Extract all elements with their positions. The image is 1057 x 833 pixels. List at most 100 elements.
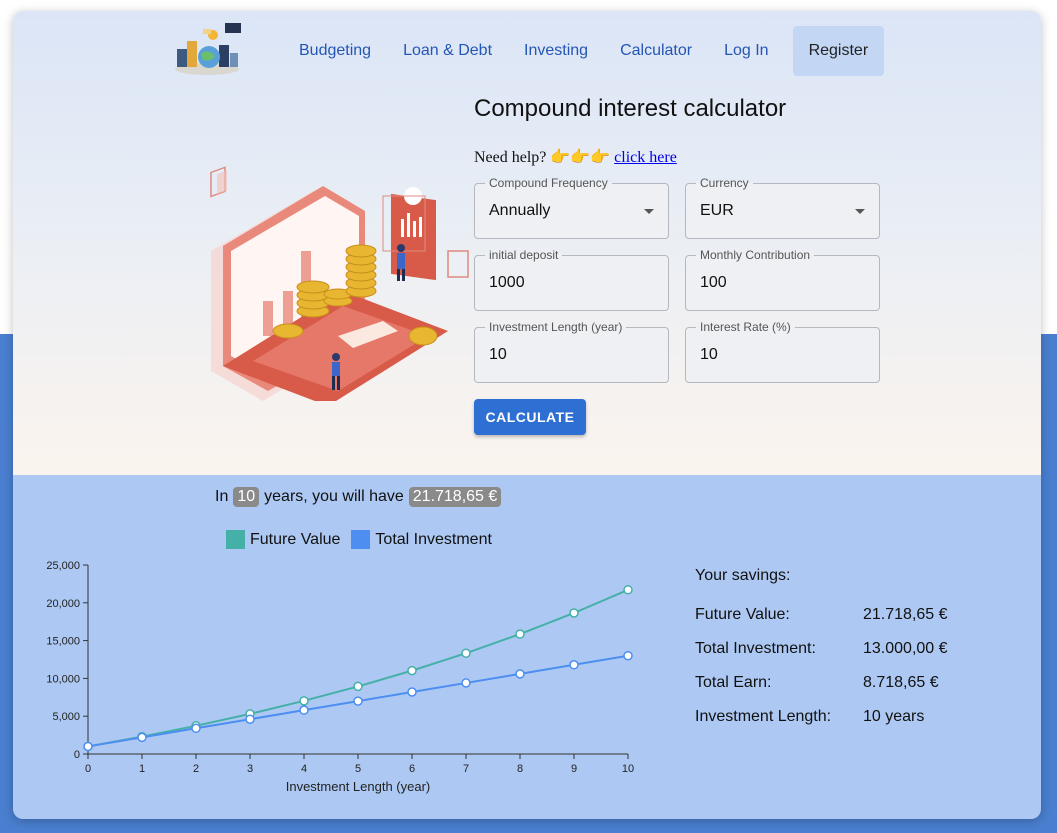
- y-tick-label: 25,000: [46, 560, 80, 572]
- laptop-coins-illustration: [210, 166, 469, 401]
- data-point-total-investment: [137, 732, 147, 743]
- x-tick-label: 9: [571, 763, 577, 775]
- help-link[interactable]: click here: [614, 149, 677, 166]
- data-point-total-investment: [461, 678, 471, 688]
- chart-legend: Future Value Total Investment: [226, 530, 503, 549]
- growth-line-chart: 0 5,000 10,000 15,000 20,000 25,000 0 1 2 3 4 5 6 7 8 9…: [46, 560, 634, 794]
- x-tick-label: 6: [409, 763, 415, 775]
- investment-length-value: 10: [489, 346, 507, 363]
- savings-key: Total Investment:: [695, 640, 816, 657]
- chevron-down-icon: [855, 209, 865, 214]
- result-prefix: In: [215, 488, 229, 505]
- register-button[interactable]: Register: [792, 26, 885, 76]
- hero-section: Budgeting Loan & Debt Investing Calculat…: [13, 11, 1041, 475]
- data-point-future-value: [461, 648, 471, 658]
- savings-value: 10 years: [863, 708, 925, 725]
- result-summary: In 10 years, you will have 21.718,65 €: [215, 487, 502, 507]
- data-point-future-value: [299, 696, 309, 706]
- data-point-future-value: [515, 629, 525, 639]
- data-point-total-investment: [407, 687, 417, 697]
- help-prefix: Need help? 👉👉👉: [474, 149, 611, 166]
- x-tick-label: 2: [193, 763, 199, 775]
- x-tick-label: 8: [517, 763, 523, 775]
- currency-label: Currency: [696, 176, 753, 190]
- amount-badge: 21.718,65 €: [408, 487, 502, 507]
- savings-value: 21.718,65 €: [863, 606, 948, 623]
- interest-rate-value: 10: [700, 346, 718, 363]
- years-badge: 10: [233, 487, 260, 507]
- initial-deposit-value: 1000: [489, 274, 525, 291]
- x-tick-label: 4: [301, 763, 307, 775]
- nav-investing[interactable]: Investing: [508, 26, 604, 76]
- monthly-contribution-value: 100: [700, 274, 727, 291]
- data-point-total-investment: [83, 741, 93, 752]
- help-text: Need help? 👉👉👉 click here: [474, 147, 677, 167]
- savings-row-total-earn: Total Earn: 8.718,65 €: [695, 674, 948, 708]
- monthly-contribution-label: Monthly Contribution: [696, 248, 815, 262]
- chevron-down-icon: [644, 209, 654, 214]
- y-tick-label: 15,000: [46, 636, 80, 648]
- investment-length-label: Investment Length (year): [485, 320, 627, 334]
- savings-row-investment-length: Investment Length: 10 years: [695, 708, 948, 742]
- interest-rate-label: Interest Rate (%): [696, 320, 795, 334]
- savings-key: Investment Length:: [695, 708, 832, 725]
- currency-value: EUR: [700, 202, 734, 219]
- savings-value: 13.000,00 €: [863, 640, 948, 657]
- series-line-future-value: [87, 588, 629, 748]
- x-axis-label: Investment Length (year): [286, 779, 431, 794]
- savings-key: Future Value:: [695, 606, 790, 623]
- data-point-total-investment: [245, 714, 255, 724]
- currency-select[interactable]: Currency EUR: [685, 176, 880, 239]
- legend-label-future-value: Future Value: [250, 530, 341, 548]
- x-tick-label: 3: [247, 763, 253, 775]
- savings-key: Total Earn:: [695, 674, 772, 691]
- x-tick-label: 0: [85, 763, 91, 775]
- data-point-total-investment: [353, 696, 363, 706]
- nav-calculator[interactable]: Calculator: [604, 26, 708, 76]
- legend-total-investment[interactable]: Total Investment: [351, 530, 492, 549]
- investment-length-field[interactable]: Investment Length (year) 10: [474, 320, 669, 383]
- logo-icon[interactable]: [173, 21, 245, 77]
- y-tick-label: 20,000: [46, 598, 80, 610]
- data-point-future-value: [407, 665, 417, 676]
- savings-row-future-value: Future Value: 21.718,65 €: [695, 606, 948, 640]
- x-tick-label: 1: [139, 763, 145, 775]
- y-tick-label: 5,000: [52, 711, 80, 723]
- data-point-total-investment: [299, 705, 309, 715]
- nav-budgeting[interactable]: Budgeting: [283, 26, 387, 76]
- nav-log-in[interactable]: Log In: [708, 26, 784, 76]
- compound-frequency-select[interactable]: Compound Frequency Annually: [474, 176, 669, 239]
- initial-deposit-label: initial deposit: [485, 248, 563, 262]
- legend-label-total-investment: Total Investment: [375, 530, 492, 548]
- compound-frequency-value: Annually: [489, 202, 551, 219]
- savings-row-total-investment: Total Investment: 13.000,00 €: [695, 640, 948, 674]
- monthly-contribution-field[interactable]: Monthly Contribution 100: [685, 248, 880, 311]
- data-point-future-value: [623, 585, 633, 595]
- legend-swatch-future-value: [226, 530, 245, 549]
- y-tick-label: 0: [74, 749, 80, 761]
- page-title: Compound interest calculator: [474, 95, 787, 122]
- savings-title: Your savings:: [695, 567, 791, 584]
- legend-future-value[interactable]: Future Value: [226, 530, 340, 549]
- x-tick-label: 10: [622, 763, 634, 775]
- data-point-total-investment: [191, 723, 201, 734]
- initial-deposit-field[interactable]: initial deposit 1000: [474, 248, 669, 311]
- data-point-future-value: [353, 681, 363, 692]
- main-nav: Budgeting Loan & Debt Investing Calculat…: [283, 26, 885, 76]
- result-middle: years, you will have: [264, 488, 404, 505]
- x-tick-label: 5: [355, 763, 361, 775]
- compound-frequency-label: Compound Frequency: [485, 176, 612, 190]
- savings-summary: Your savings: Future Value: 21.718,65 € …: [695, 567, 948, 742]
- data-point-future-value: [569, 608, 579, 618]
- interest-rate-field[interactable]: Interest Rate (%) 10: [685, 320, 880, 383]
- legend-swatch-total-investment: [351, 530, 371, 549]
- y-tick-label: 10,000: [46, 673, 80, 685]
- calculate-button[interactable]: CALCULATE: [474, 399, 586, 435]
- data-point-total-investment: [515, 669, 525, 679]
- data-point-total-investment: [569, 660, 579, 670]
- x-tick-label: 7: [463, 763, 469, 775]
- nav-loan-debt[interactable]: Loan & Debt: [387, 26, 508, 76]
- data-point-total-investment: [623, 650, 633, 661]
- savings-value: 8.718,65 €: [863, 674, 939, 691]
- app-window: Budgeting Loan & Debt Investing Calculat…: [13, 11, 1041, 819]
